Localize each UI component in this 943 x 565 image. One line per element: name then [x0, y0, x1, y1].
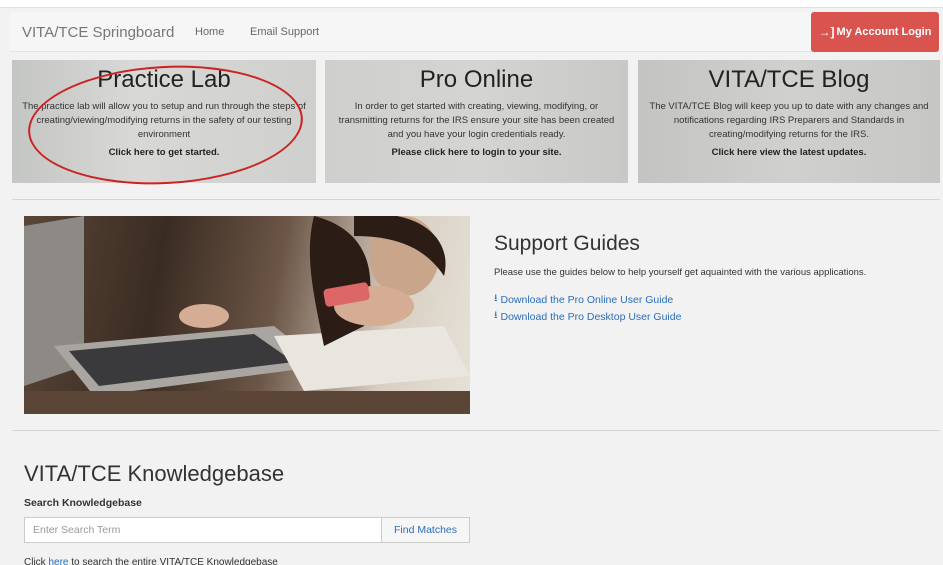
nav-link-home[interactable]: Home: [195, 26, 224, 38]
panel-pro-online[interactable]: Pro Online In order to get started with …: [325, 60, 628, 183]
link-label: Download the Pro Desktop User Guide: [500, 310, 682, 323]
find-matches-button[interactable]: Find Matches: [381, 517, 470, 543]
panel-text: The VITA/TCE Blog will keep you up to da…: [649, 101, 929, 140]
login-button-label: My Account Login: [836, 26, 932, 38]
download-icon: ⭳: [494, 293, 498, 304]
hero-photo: [24, 216, 470, 414]
download-icon: ⭳: [494, 310, 498, 321]
panel-text: In order to get started with creating, v…: [338, 101, 615, 140]
support-guides-title: Support Guides: [494, 232, 640, 255]
knowledgebase-footer-text: Click here to search the entire VITA/TCE…: [24, 557, 278, 565]
panel-cta-link[interactable]: Click here view the latest updates.: [638, 147, 940, 158]
footer-prefix: Click: [24, 557, 49, 565]
download-pro-online-guide-link[interactable]: ⭳ Download the Pro Online User Guide: [494, 291, 673, 308]
section-divider: [12, 430, 940, 431]
support-guides-description: Please use the guides below to help your…: [494, 267, 867, 278]
download-pro-desktop-guide-link[interactable]: ⭳ Download the Pro Desktop User Guide: [494, 308, 681, 325]
login-icon: →]: [818, 25, 835, 39]
section-divider: [12, 199, 940, 200]
panel-title: Pro Online: [419, 66, 534, 93]
panel-title: VITA/TCE Blog: [708, 66, 870, 93]
link-label: Download the Pro Online User Guide: [500, 293, 674, 306]
search-input[interactable]: [24, 517, 382, 543]
panel-cta-link[interactable]: Please click here to login to your site.: [325, 147, 628, 158]
footer-suffix: to search the entire VITA/TCE Knowledgeb…: [68, 557, 278, 565]
my-account-login-button[interactable]: →] My Account Login: [811, 12, 939, 52]
navbar: VITA/TCE Springboard Home Email Support …: [10, 12, 940, 52]
search-knowledgebase-label: Search Knowledgebase: [24, 497, 142, 509]
laptop-person-illustration: [24, 216, 470, 414]
knowledgebase-title: VITA/TCE Knowledgebase: [24, 461, 285, 486]
footer-here-link[interactable]: here: [48, 557, 68, 565]
nav-link-email-support[interactable]: Email Support: [250, 26, 319, 38]
panel-vita-tce-blog[interactable]: VITA/TCE Blog The VITA/TCE Blog will kee…: [638, 60, 940, 183]
top-border: [0, 0, 943, 8]
brand-title[interactable]: VITA/TCE Springboard: [22, 24, 174, 41]
